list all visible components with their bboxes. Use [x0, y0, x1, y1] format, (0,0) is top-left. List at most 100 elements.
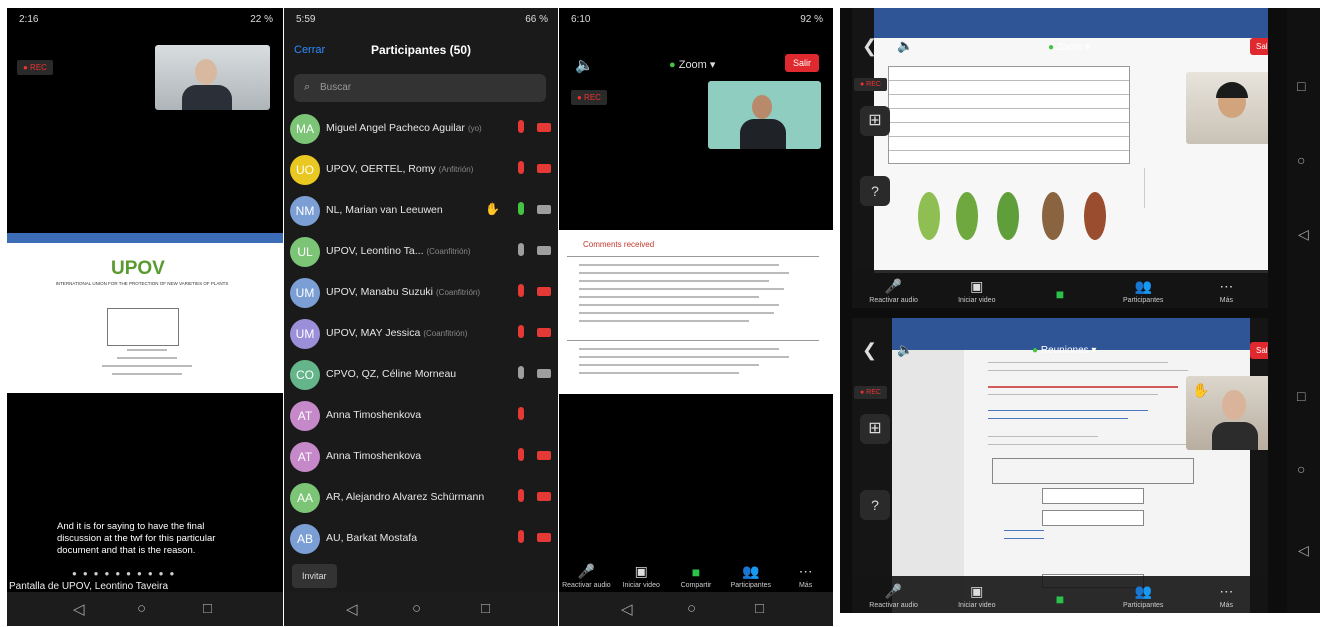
- participant-row[interactable]: UO UPOV, OERTEL, Romy (Anfitrión): [284, 150, 558, 191]
- battery-status: 66 %: [525, 14, 548, 25]
- form-field: [1042, 488, 1144, 504]
- participant-role: (yo): [467, 124, 482, 133]
- back-arrow-icon[interactable]: ❮: [862, 340, 877, 361]
- camera-icon: [537, 287, 551, 296]
- participant-row[interactable]: AT Anna Timoshenkova: [284, 396, 558, 437]
- participant-row[interactable]: UM UPOV, Manabu Suzuki (Coanfitrión): [284, 273, 558, 314]
- recents-icon[interactable]: □: [1297, 388, 1305, 404]
- recents-icon[interactable]: □: [755, 600, 764, 617]
- share-icon: ■: [1055, 286, 1065, 302]
- participant-row[interactable]: CO CPVO, QZ, Céline Morneau: [284, 355, 558, 396]
- toolbar-mic-button[interactable]: 🎤 Reactivar audio: [559, 563, 613, 589]
- back-arrow-icon[interactable]: ❮: [862, 36, 877, 57]
- recents-icon[interactable]: □: [481, 600, 490, 617]
- gallery-view-button[interactable]: ⊞: [860, 414, 890, 444]
- mic-icon: 🎤: [577, 563, 596, 579]
- participant-video-thumbnail[interactable]: [1186, 72, 1268, 144]
- participant-row[interactable]: UM UPOV, MAY Jessica (Coanfitrión): [284, 314, 558, 355]
- home-icon[interactable]: ○: [687, 600, 696, 617]
- back-icon[interactable]: ◁: [73, 600, 85, 618]
- meetings-menu[interactable]: ● Reuniones ▾: [1032, 345, 1096, 356]
- toolbar-people-button[interactable]: 👥 Participantes: [1116, 583, 1170, 609]
- toolbar-mic-button[interactable]: 🎤 Reactivar audio: [867, 278, 921, 304]
- toolbar-label: Iniciar video: [622, 582, 660, 589]
- meeting-toolbar: 🎤 Reactivar audio ▣ Iniciar video ■ 👥 Particip…: [852, 576, 1268, 613]
- toolbar-people-button[interactable]: 👥 Participantes: [1116, 278, 1170, 304]
- home-icon[interactable]: ○: [1297, 152, 1305, 168]
- participant-row[interactable]: NM NL, Marian van Leeuwen ✋: [284, 191, 558, 232]
- gallery-view-button[interactable]: ⊞: [860, 106, 890, 136]
- help-button[interactable]: ?: [860, 176, 890, 206]
- toolbar-video-button[interactable]: ▣ Iniciar video: [614, 563, 668, 589]
- speaker-video-thumbnail[interactable]: [708, 81, 821, 149]
- microphone-icon: [518, 366, 524, 379]
- person-body-icon: [182, 85, 232, 110]
- recents-icon[interactable]: □: [1297, 78, 1305, 94]
- more-icon: ⋯: [1219, 583, 1234, 599]
- zoom-label: Zoom: [678, 59, 707, 71]
- back-icon[interactable]: ◁: [346, 600, 358, 618]
- toolbar-share-button[interactable]: ■: [1033, 591, 1087, 609]
- participant-video-thumbnail[interactable]: ✋: [1186, 376, 1268, 450]
- participant-row[interactable]: AA AR, Alejandro Alvarez Schürmann: [284, 478, 558, 519]
- doc-toolbar: [7, 233, 283, 243]
- toolbar-video-button[interactable]: ▣ Iniciar video: [950, 583, 1004, 609]
- battery-status: 22 %: [250, 14, 273, 25]
- toolbar-video-button[interactable]: ▣ Iniciar video: [950, 278, 1004, 304]
- leave-button[interactable]: Salir: [785, 54, 820, 72]
- leaf-images: [904, 178, 1144, 258]
- recents-icon[interactable]: □: [203, 600, 212, 617]
- rec-badge: ● REC: [854, 386, 887, 399]
- speaker-icon[interactable]: 🔈: [575, 56, 594, 74]
- participant-row[interactable]: UL UPOV, Leontino Ta... (Coanfitrión): [284, 232, 558, 273]
- participant-name: UPOV, MAY Jessica (Coanfitrión): [326, 327, 467, 339]
- microphone-icon: [518, 161, 524, 174]
- leave-button[interactable]: Salir: [1250, 38, 1268, 55]
- toolbar-share-button[interactable]: ■: [1033, 286, 1087, 304]
- search-input[interactable]: ⌕ Buscar: [294, 74, 546, 102]
- leaf-icon: [1084, 192, 1106, 240]
- participant-row[interactable]: MA Miguel Angel Pacheco Aguilar (yo): [284, 109, 558, 150]
- participant-name: Miguel Angel Pacheco Aguilar (yo): [326, 122, 482, 134]
- raised-hand-icon: ✋: [1192, 382, 1210, 398]
- toolbar-mic-button[interactable]: 🎤 Reactivar audio: [867, 583, 921, 609]
- shared-document: Comments received: [559, 230, 833, 394]
- participants-title: Participantes (50): [370, 43, 472, 57]
- avatar: MA: [290, 114, 320, 144]
- status-bar: 2:16 22 %: [7, 8, 283, 30]
- toolbar-more-button[interactable]: ⋯ Más: [1199, 278, 1253, 304]
- home-icon[interactable]: ○: [137, 600, 146, 617]
- invite-button[interactable]: Invitar: [292, 564, 337, 588]
- toolbar-more-button[interactable]: ⋯ Más: [779, 563, 833, 589]
- upov-logo: UPOV: [111, 258, 165, 279]
- toolbar-share-button[interactable]: ■ Compartir: [669, 564, 723, 589]
- zoom-menu[interactable]: ● Zoom ▾: [1048, 42, 1090, 53]
- back-icon[interactable]: ◁: [1298, 226, 1309, 243]
- speaker-video-thumbnail[interactable]: [155, 45, 270, 110]
- raised-hand-icon: ✋: [485, 202, 500, 216]
- zoom-menu[interactable]: ● Zoom ▾: [669, 58, 715, 71]
- camera-icon: [537, 369, 551, 378]
- video-icon: ▣: [970, 278, 984, 294]
- back-icon[interactable]: ◁: [621, 600, 633, 618]
- mic-icon: 🎤: [884, 278, 903, 294]
- help-button[interactable]: ?: [860, 490, 890, 520]
- participant-row[interactable]: AT Anna Timoshenkova: [284, 437, 558, 478]
- page-indicator-dots[interactable]: ●●●●●●●●●●: [72, 569, 222, 578]
- android-nav-bar: ◁ ○ □: [559, 592, 833, 626]
- avatar: UL: [290, 237, 320, 267]
- meeting-toolbar: 🎤 Reactivar audio ▣ Iniciar video ■ Compartir…: [559, 553, 833, 593]
- rec-badge: ● REC: [571, 90, 607, 105]
- toolbar-people-button[interactable]: 👥 Participantes: [724, 563, 778, 589]
- participant-name: UPOV, Manabu Suzuki (Coanfitrión): [326, 286, 480, 298]
- leave-button[interactable]: Salir: [1250, 342, 1268, 359]
- participant-row[interactable]: AB AU, Barkat Mostafa: [284, 519, 558, 560]
- participant-name-text: UPOV, Leontino Ta...: [326, 245, 424, 257]
- speaker-icon[interactable]: 🔈: [897, 38, 913, 54]
- speaker-icon[interactable]: 🔈: [897, 342, 913, 358]
- home-icon[interactable]: ○: [412, 600, 421, 617]
- home-icon[interactable]: ○: [1297, 461, 1305, 477]
- back-icon[interactable]: ◁: [1298, 542, 1309, 559]
- toolbar-label: Participantes: [1122, 297, 1164, 304]
- toolbar-more-button[interactable]: ⋯ Más: [1199, 583, 1253, 609]
